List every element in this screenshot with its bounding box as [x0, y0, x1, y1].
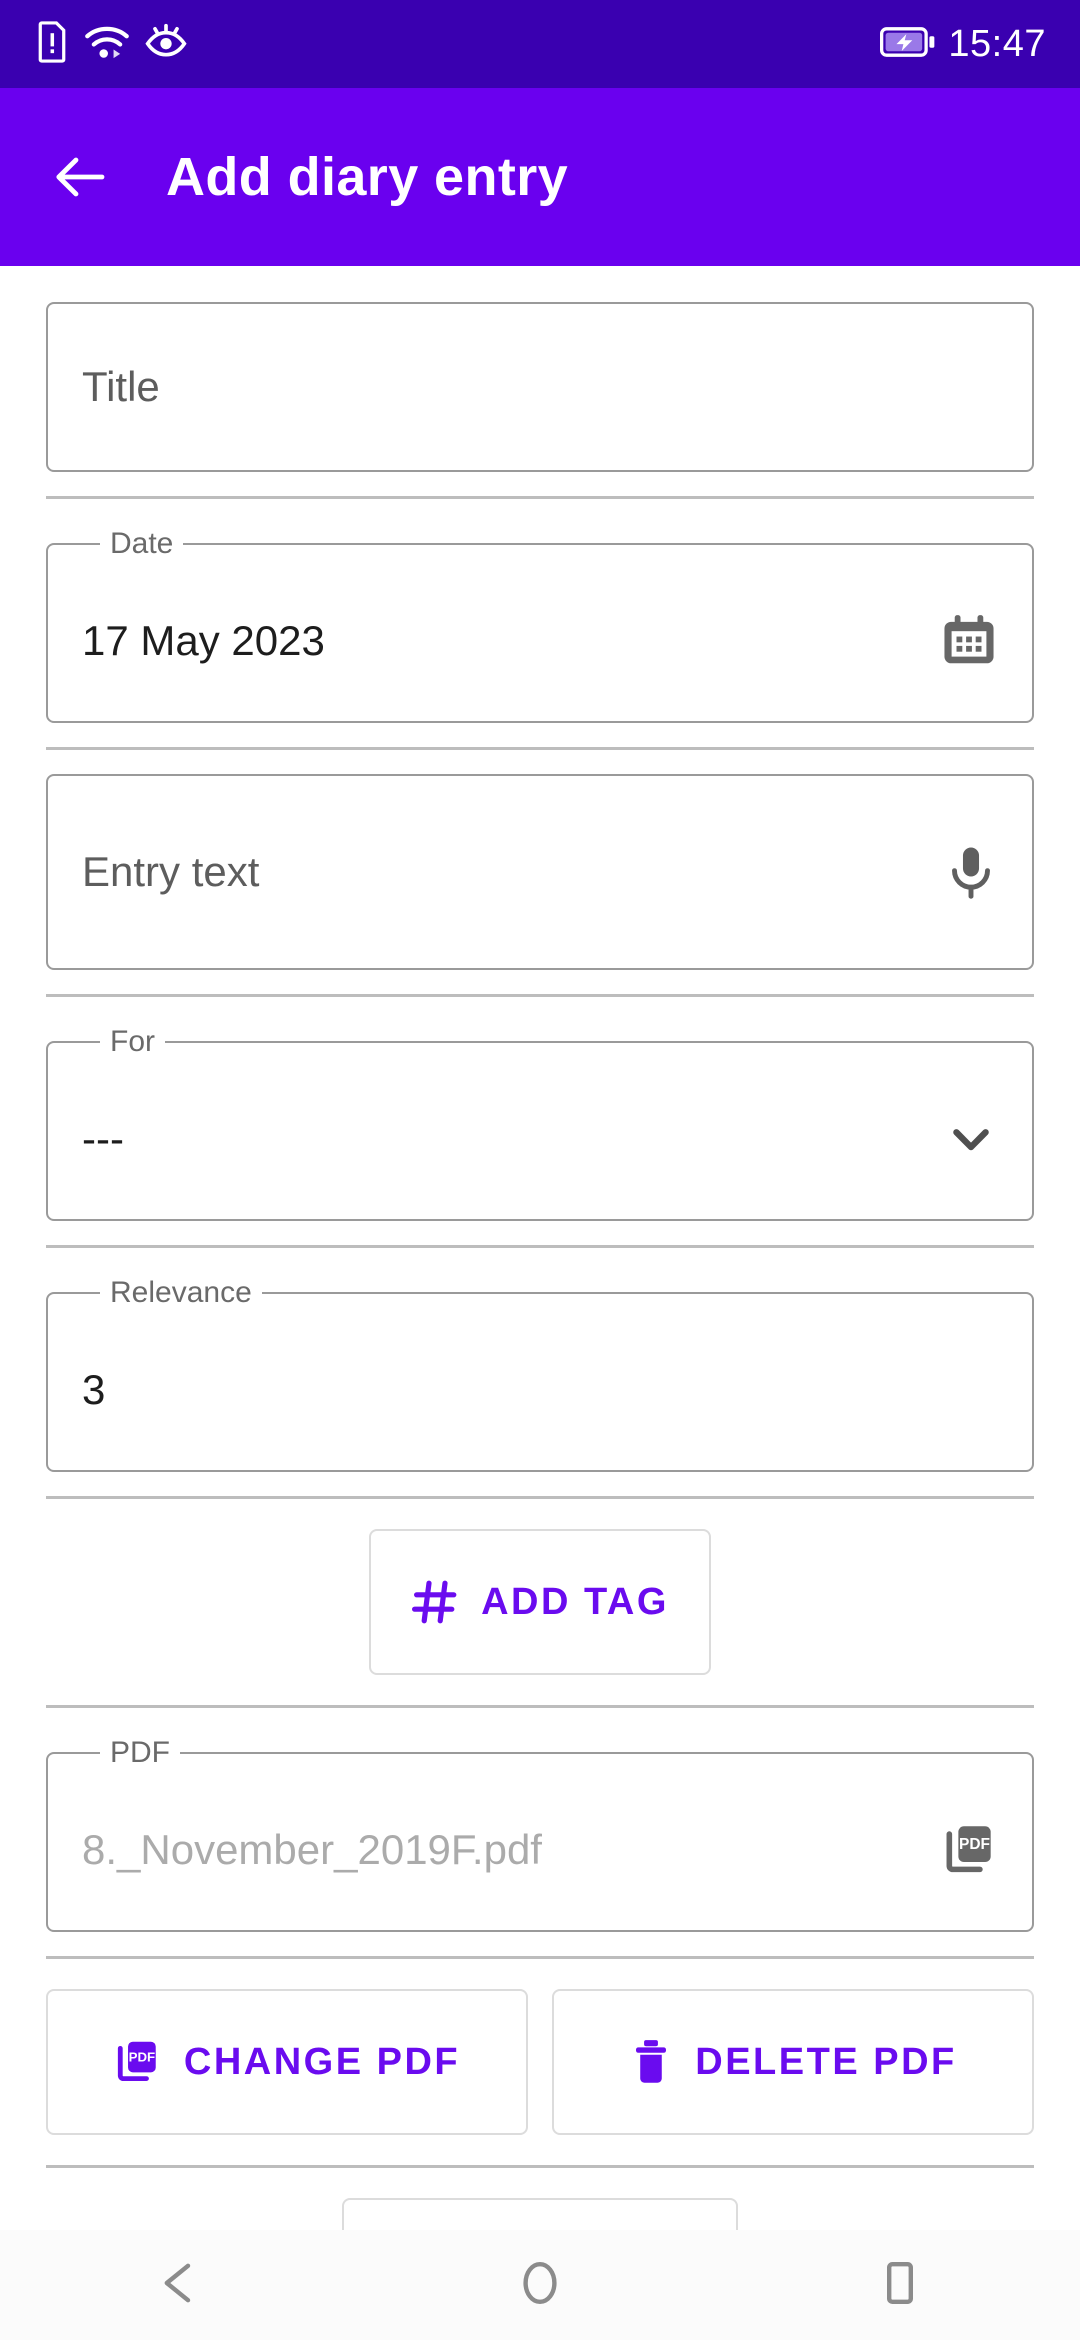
divider — [46, 994, 1034, 997]
date-field[interactable]: Date 17 May 2023 — [46, 527, 1034, 723]
pdf-file-name: 8._November_2019F.pdf — [82, 1826, 542, 1873]
app-bar: Add diary entry — [0, 88, 1080, 266]
back-arrow-icon[interactable] — [52, 149, 108, 205]
svg-text:PDF: PDF — [959, 1836, 990, 1853]
battery-charging-icon — [880, 26, 936, 62]
trash-icon — [629, 2037, 673, 2087]
wifi-icon — [84, 22, 130, 67]
divider — [46, 496, 1034, 499]
status-bar: 15:47 — [0, 0, 1080, 88]
pdf-file-icon: PDF — [114, 2037, 162, 2087]
divider — [46, 1245, 1034, 1248]
entry-text-input[interactable]: Entry text — [46, 774, 1034, 970]
pdf-field[interactable]: PDF 8._November_2019F.pdf PDF — [46, 1736, 1034, 1932]
pdf-file-icon[interactable]: PDF — [942, 1821, 998, 1879]
phone-screen: 15:47 Add diary entry Title Date 17 May … — [0, 0, 1080, 2340]
page-title: Add diary entry — [166, 147, 569, 207]
nav-recents-square-icon — [876, 2257, 924, 2314]
system-navigation-bar — [0, 2230, 1080, 2340]
for-dropdown[interactable]: For --- — [46, 1025, 1034, 1221]
relevance-value: 3 — [82, 1366, 106, 1413]
add-tag-label: ADD TAG — [481, 1580, 669, 1623]
date-field-label: Date — [110, 527, 174, 560]
form-container: Title Date 17 May 2023 Entry text For --… — [0, 266, 1080, 2340]
delete-pdf-button[interactable]: DELETE PDF — [552, 1989, 1034, 2135]
change-pdf-button[interactable]: PDF CHANGE PDF — [46, 1989, 528, 2135]
nav-home-button[interactable] — [430, 2230, 650, 2340]
hashtag-icon — [411, 1578, 459, 1626]
relevance-field[interactable]: Relevance 3 — [46, 1276, 1034, 1472]
pdf-field-label: PDF — [110, 1736, 170, 1769]
relevance-field-label: Relevance — [110, 1276, 252, 1309]
add-tag-row: ADD TAG — [46, 1499, 1034, 1705]
microphone-icon[interactable] — [944, 843, 998, 901]
nav-home-circle-icon — [516, 2257, 564, 2314]
title-placeholder: Title — [82, 363, 160, 410]
nav-back-button[interactable] — [70, 2230, 290, 2340]
pdf-actions-row: PDF CHANGE PDF DELETE PDF — [46, 1959, 1034, 2165]
entry-text-placeholder: Entry text — [82, 848, 260, 895]
add-tag-button[interactable]: ADD TAG — [369, 1529, 711, 1675]
eye-comfort-icon — [144, 22, 188, 67]
sim-card-alert-icon — [34, 20, 70, 69]
nav-back-triangle-icon — [156, 2259, 204, 2312]
chevron-down-icon[interactable] — [944, 1112, 998, 1166]
status-bar-clock: 15:47 — [948, 22, 1046, 65]
divider — [46, 1705, 1034, 1708]
status-bar-right: 15:47 — [880, 23, 1046, 66]
title-input[interactable]: Title — [46, 302, 1034, 472]
nav-recents-button[interactable] — [790, 2230, 1010, 2340]
svg-text:PDF: PDF — [128, 2049, 155, 2064]
for-field-label: For — [110, 1025, 155, 1058]
delete-pdf-label: DELETE PDF — [695, 2040, 957, 2083]
for-value: --- — [82, 1115, 124, 1162]
status-bar-left-icons — [34, 20, 188, 69]
calendar-icon[interactable] — [940, 612, 998, 670]
date-value: 17 May 2023 — [82, 617, 325, 664]
change-pdf-label: CHANGE PDF — [183, 2040, 461, 2083]
